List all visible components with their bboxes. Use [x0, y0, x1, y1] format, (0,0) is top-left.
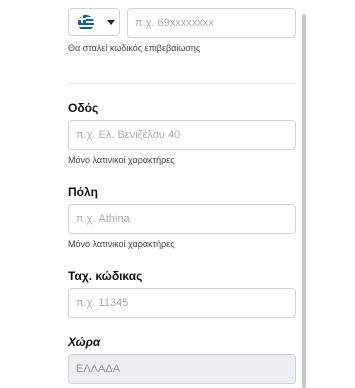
street-input-wrap: [68, 120, 296, 150]
country-input-wrap: [68, 354, 296, 384]
phone-row: [68, 8, 296, 38]
postal-code-label: Ταχ. κώδικας: [68, 269, 143, 283]
country-input: [68, 354, 296, 384]
street-hint: Μόνο λατινικοί χαρακτήρες: [68, 155, 175, 165]
scrollbar[interactable]: [302, 14, 306, 388]
greece-flag-icon: [78, 15, 94, 31]
street-input[interactable]: [68, 120, 296, 150]
country-label: Χώρα: [68, 335, 101, 349]
city-label: Πόλη: [68, 185, 98, 199]
country-code-select[interactable]: [68, 8, 120, 36]
city-input[interactable]: [68, 204, 296, 234]
address-form: Θα σταλεί κωδικός επιβεβαίωσης Οδός Μόνο…: [0, 0, 355, 388]
chevron-down-icon: [107, 20, 115, 25]
postal-code-input-wrap: [68, 288, 296, 318]
street-label: Οδός: [68, 101, 99, 115]
divider: [68, 83, 296, 84]
phone-input[interactable]: [127, 8, 296, 38]
postal-code-input[interactable]: [68, 288, 296, 318]
phone-input-wrap: [127, 8, 296, 38]
city-hint: Μόνο λατινικοί χαρακτήρες: [68, 239, 175, 249]
phone-hint: Θα σταλεί κωδικός επιβεβαίωσης: [68, 43, 201, 53]
city-input-wrap: [68, 204, 296, 234]
